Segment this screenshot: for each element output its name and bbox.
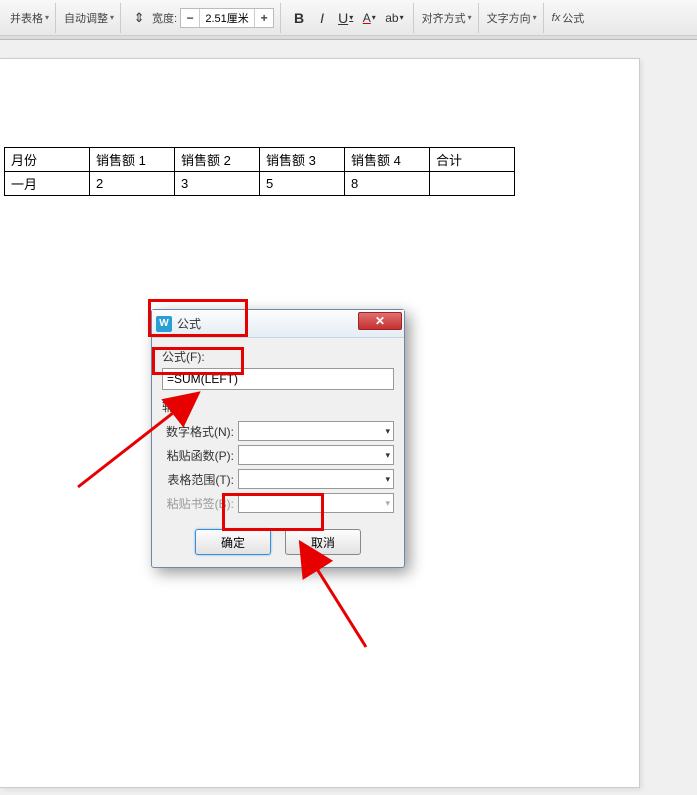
align-dropdown[interactable]: 对齐方式▾	[422, 10, 472, 26]
paste-bookmark-combo: ▾	[238, 493, 394, 513]
width-minus-button[interactable]: −	[181, 11, 199, 25]
app-icon: W	[156, 316, 172, 332]
formula-label: 公式(F):	[162, 348, 394, 365]
formula-dialog: W 公式 ✕ 公式(F): 辅助: 数字格式(N): ▾ 粘贴函数(P):	[151, 309, 405, 568]
table-range-combo[interactable]: ▾	[238, 469, 394, 489]
bold-button[interactable]: B	[289, 7, 309, 29]
page-area: 月份 销售额 1 销售额 2 销售额 3 销售额 4 合计 一月 2 3 5 8…	[0, 40, 697, 795]
table-cell[interactable]: 一月	[5, 172, 90, 196]
width-label: 宽度:	[152, 10, 177, 26]
paste-func-combo[interactable]: ▾	[238, 445, 394, 465]
width-plus-button[interactable]: +	[255, 11, 273, 25]
table-header-cell[interactable]: 销售额 4	[345, 148, 430, 172]
table-range-label: 表格范围(T):	[162, 471, 234, 488]
dialog-title: 公式	[177, 315, 201, 332]
close-icon: ✕	[375, 314, 385, 328]
ok-button[interactable]: 确定	[195, 529, 271, 555]
text-direction-dropdown[interactable]: 文字方向▾	[487, 10, 537, 26]
highlight-button[interactable]: ab▾	[382, 7, 406, 29]
formula-input[interactable]	[162, 368, 394, 390]
close-button[interactable]: ✕	[358, 312, 402, 330]
toolbar: 并表格▾ 自动调整▾ ⇕ 宽度: − + B I U▾ A▾ ab▾ 对齐方式▾…	[0, 0, 697, 36]
aux-section-label: 辅助:	[162, 398, 394, 415]
table-cell[interactable]: 5	[260, 172, 345, 196]
width-input[interactable]	[199, 9, 255, 27]
data-table[interactable]: 月份 销售额 1 销售额 2 销售额 3 销售额 4 合计 一月 2 3 5 8	[4, 147, 515, 196]
table-cell[interactable]: 3	[175, 172, 260, 196]
auto-adjust-dropdown[interactable]: 自动调整▾	[64, 10, 114, 26]
underline-button[interactable]: U▾	[335, 7, 356, 29]
num-format-label: 数字格式(N):	[162, 423, 234, 440]
table-header-cell[interactable]: 销售额 1	[90, 148, 175, 172]
font-color-button[interactable]: A▾	[359, 7, 379, 29]
table-row: 一月 2 3 5 8	[5, 172, 515, 196]
table-header-cell[interactable]: 销售额 2	[175, 148, 260, 172]
paste-bookmark-label: 粘贴书签(B):	[162, 495, 234, 512]
width-stepper[interactable]: − +	[180, 8, 274, 28]
table-row: 月份 销售额 1 销售额 2 销售额 3 销售额 4 合计	[5, 148, 515, 172]
table-cell[interactable]: 8	[345, 172, 430, 196]
table-cell[interactable]	[430, 172, 515, 196]
num-format-combo[interactable]: ▾	[238, 421, 394, 441]
height-icon[interactable]: ⇕	[129, 7, 149, 29]
dialog-titlebar[interactable]: W 公式 ✕	[152, 310, 404, 338]
table-header-cell[interactable]: 月份	[5, 148, 90, 172]
paste-func-label: 粘贴函数(P):	[162, 447, 234, 464]
formula-toolbar-button[interactable]: fx 公式	[552, 10, 585, 26]
table-header-cell[interactable]: 销售额 3	[260, 148, 345, 172]
italic-button[interactable]: I	[312, 7, 332, 29]
document-page: 月份 销售额 1 销售额 2 销售额 3 销售额 4 合计 一月 2 3 5 8…	[0, 58, 640, 788]
table-header-cell[interactable]: 合计	[430, 148, 515, 172]
table-cell[interactable]: 2	[90, 172, 175, 196]
merge-table-dropdown[interactable]: 并表格▾	[10, 10, 49, 26]
cancel-button[interactable]: 取消	[285, 529, 361, 555]
